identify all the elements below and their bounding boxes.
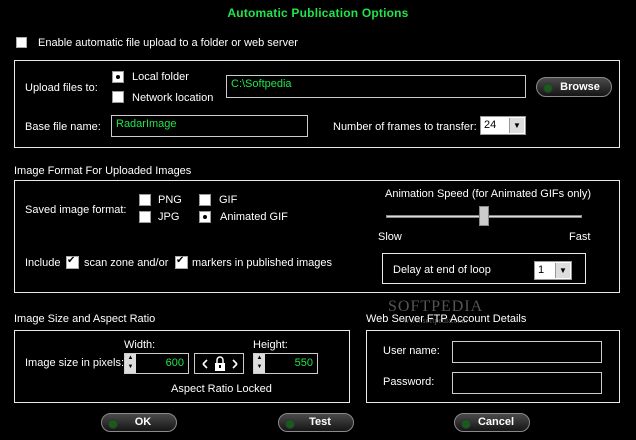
delay-label: Delay at end of loop [393, 264, 491, 276]
height-label: Height: [253, 339, 288, 351]
chevron-down-icon: ▼ [555, 263, 570, 278]
markers-label: markers in published images [192, 257, 333, 269]
cancel-button[interactable]: Cancel [454, 413, 530, 432]
image-size-label: Image size in pixels: [25, 357, 125, 369]
browse-button[interactable]: Browse [536, 77, 612, 97]
password-label: Password: [383, 376, 435, 388]
cancel-button-label: Cancel [477, 416, 515, 428]
width-spinner[interactable]: ▲ ▼ 600 [124, 353, 189, 374]
spinner-arrows-icon[interactable]: ▲ ▼ [254, 354, 265, 373]
height-spinner[interactable]: ▲ ▼ 550 [253, 353, 318, 374]
aspect-ratio-status: Aspect Ratio Locked [171, 383, 272, 395]
width-value: 600 [165, 357, 184, 369]
base-file-name-label: Base file name: [25, 121, 101, 133]
test-button[interactable]: Test [278, 413, 354, 432]
fast-label: Fast [569, 231, 591, 243]
image-size-section-title: Image Size and Aspect Ratio [14, 313, 156, 325]
height-value: 550 [294, 357, 313, 369]
saved-format-label: Saved image format: [25, 204, 127, 216]
ftp-section-title: Web Server FTP Account Details [366, 313, 527, 325]
animation-speed-slider-thumb[interactable] [479, 206, 489, 226]
network-location-label: Network location [132, 92, 214, 104]
gif-radio[interactable] [199, 194, 211, 206]
local-folder-radio[interactable] [112, 71, 124, 83]
lock-icon [202, 356, 238, 371]
user-name-input[interactable] [452, 341, 602, 363]
jpg-radio[interactable] [139, 211, 151, 223]
delay-select[interactable]: 1 ▼ [534, 261, 572, 280]
scan-zone-label: scan zone and/or [84, 257, 169, 269]
chevron-down-icon: ▼ [509, 118, 524, 133]
network-location-radio[interactable] [112, 91, 124, 103]
window-title: Automatic Publication Options [227, 6, 409, 20]
ok-button-label: OK [134, 416, 152, 428]
ok-button[interactable]: OK [101, 413, 177, 432]
markers-checkbox[interactable] [175, 255, 188, 269]
test-button-label: Test [309, 416, 331, 428]
frames-label: Number of frames to transfer: [333, 121, 477, 133]
led-icon [543, 83, 553, 93]
base-file-name-input[interactable]: RadarImage [111, 115, 308, 137]
width-label: Width: [124, 339, 156, 351]
png-radio[interactable] [139, 194, 151, 206]
frames-value: 24 [484, 119, 497, 131]
animation-speed-label: Animation Speed (for Animated GIFs only) [385, 188, 592, 200]
upload-path-input[interactable]: C:\Softpedia [226, 75, 526, 98]
enable-upload-label: Enable automatic file upload to a folder… [38, 37, 298, 49]
include-label: Include [25, 257, 61, 269]
spinner-arrows-icon[interactable]: ▲ ▼ [125, 354, 136, 373]
user-name-label: User name: [383, 345, 440, 357]
enable-upload-checkbox[interactable] [16, 37, 27, 48]
frames-select[interactable]: 24 ▼ [480, 116, 526, 135]
png-label: PNG [158, 194, 182, 206]
animated-gif-radio[interactable] [199, 211, 211, 223]
jpg-label: JPG [158, 211, 180, 223]
led-icon [108, 419, 118, 429]
delay-value: 1 [538, 264, 545, 276]
upload-files-label: Upload files to: [25, 82, 98, 94]
browse-button-label: Browse [560, 81, 600, 93]
slow-label: Slow [378, 231, 402, 243]
led-icon [285, 419, 295, 429]
gif-label: GIF [219, 194, 238, 206]
image-format-section-title: Image Format For Uploaded Images [14, 165, 192, 177]
upload-panel [14, 60, 620, 148]
password-input[interactable] [452, 372, 602, 394]
aspect-lock-button[interactable] [194, 353, 244, 374]
led-icon [461, 419, 471, 429]
scan-zone-checkbox[interactable] [66, 255, 79, 269]
local-folder-label: Local folder [132, 71, 189, 83]
animated-gif-label: Animated GIF [220, 211, 288, 223]
